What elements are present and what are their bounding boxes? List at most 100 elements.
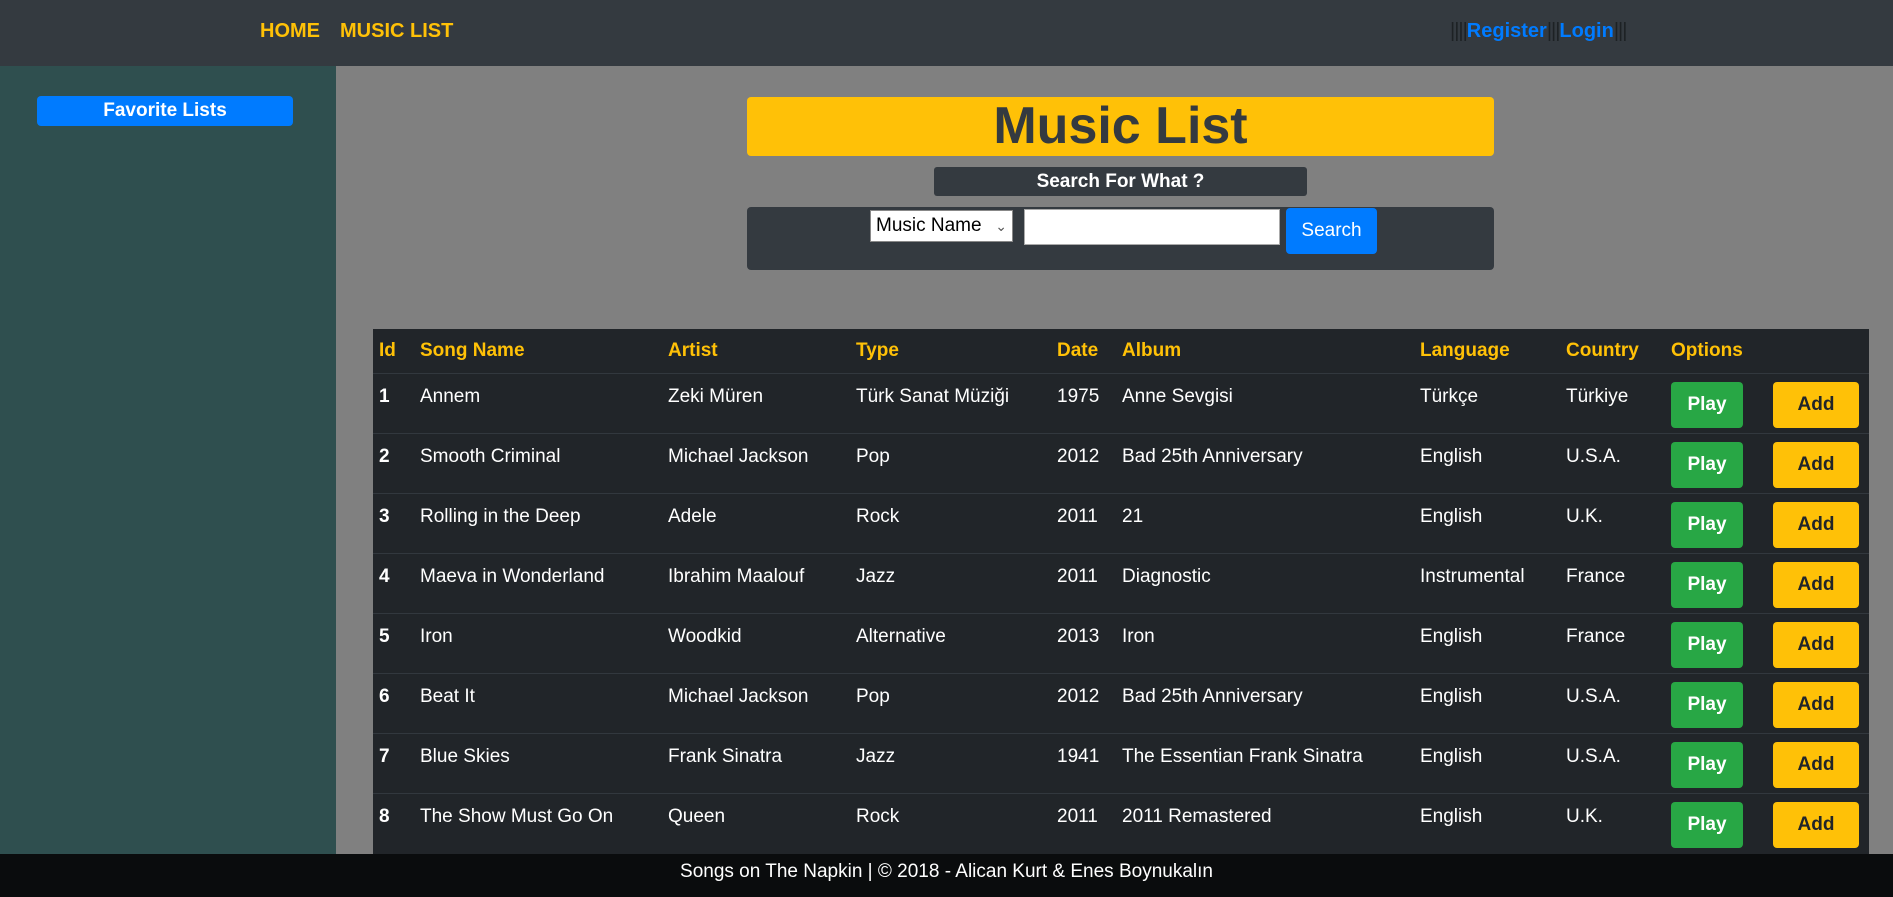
separator-right: ||| bbox=[1613, 20, 1628, 42]
table-row: 5 Iron Woodkid Alternative 2013 Iron Eng… bbox=[373, 612, 1869, 673]
register-link[interactable]: Register bbox=[1467, 20, 1547, 42]
cell-song: Smooth Criminal bbox=[414, 432, 662, 493]
login-link[interactable]: Login bbox=[1559, 20, 1613, 42]
cell-song: Iron bbox=[414, 612, 662, 673]
play-button[interactable]: Play bbox=[1671, 621, 1743, 668]
cell-play: Play bbox=[1665, 672, 1767, 733]
cell-song: Annem bbox=[414, 372, 662, 433]
favorite-lists-button[interactable]: Favorite Lists bbox=[37, 96, 293, 126]
cell-add: Add bbox=[1767, 732, 1869, 793]
add-button[interactable]: Add bbox=[1773, 741, 1859, 788]
cell-artist: Michael Jackson bbox=[662, 432, 850, 493]
cell-song: Beat It bbox=[414, 672, 662, 733]
cell-album: Bad 25th Anniversary bbox=[1116, 672, 1414, 733]
nav-home-link[interactable]: HOME bbox=[260, 20, 320, 43]
add-button[interactable]: Add bbox=[1773, 441, 1859, 488]
cell-artist: Queen bbox=[662, 792, 850, 853]
table-header-row: Id Song Name Artist Type Date Album Lang… bbox=[373, 329, 1869, 374]
page-title-box: Music List bbox=[747, 97, 1494, 156]
play-button[interactable]: Play bbox=[1671, 381, 1743, 428]
cell-play: Play bbox=[1665, 792, 1767, 853]
table-row: 2 Smooth Criminal Michael Jackson Pop 20… bbox=[373, 432, 1869, 493]
cell-date: 1975 bbox=[1051, 372, 1116, 433]
cell-language: English bbox=[1414, 792, 1560, 853]
separator-mid: ||| bbox=[1546, 20, 1561, 42]
search-panel: Music Name ⌄ Search bbox=[747, 207, 1494, 270]
cell-date: 2013 bbox=[1051, 612, 1116, 673]
play-button[interactable]: Play bbox=[1671, 561, 1743, 608]
cell-album: Anne Sevgisi bbox=[1116, 372, 1414, 433]
cell-play: Play bbox=[1665, 432, 1767, 493]
cell-play: Play bbox=[1665, 492, 1767, 553]
cell-artist: Michael Jackson bbox=[662, 672, 850, 733]
cell-date: 2012 bbox=[1051, 672, 1116, 733]
cell-artist: Ibrahim Maalouf bbox=[662, 552, 850, 613]
cell-album: Iron bbox=[1116, 612, 1414, 673]
add-button[interactable]: Add bbox=[1773, 381, 1859, 428]
footer: Songs on The Napkin | © 2018 - Alican Ku… bbox=[0, 854, 1893, 897]
play-button[interactable]: Play bbox=[1671, 801, 1743, 848]
cell-country: U.S.A. bbox=[1560, 732, 1665, 793]
cell-song: The Show Must Go On bbox=[414, 792, 662, 853]
cell-play: Play bbox=[1665, 612, 1767, 673]
cell-id: 4 bbox=[373, 552, 414, 613]
cell-date: 1941 bbox=[1051, 732, 1116, 793]
cell-play: Play bbox=[1665, 552, 1767, 613]
cell-album: 21 bbox=[1116, 492, 1414, 553]
cell-type: Jazz bbox=[850, 552, 1051, 613]
cell-language: English bbox=[1414, 432, 1560, 493]
cell-song: Rolling in the Deep bbox=[414, 492, 662, 553]
header-language: Language bbox=[1414, 329, 1560, 374]
search-input[interactable] bbox=[1024, 209, 1280, 245]
cell-date: 2012 bbox=[1051, 432, 1116, 493]
cell-id: 7 bbox=[373, 732, 414, 793]
page-title: Music List bbox=[993, 97, 1248, 155]
add-button[interactable]: Add bbox=[1773, 501, 1859, 548]
cell-country: France bbox=[1560, 552, 1665, 613]
cell-album: The Essentian Frank Sinatra bbox=[1116, 732, 1414, 793]
cell-play: Play bbox=[1665, 732, 1767, 793]
header-album: Album bbox=[1116, 329, 1414, 374]
header-date: Date bbox=[1051, 329, 1116, 374]
cell-add: Add bbox=[1767, 432, 1869, 493]
cell-artist: Woodkid bbox=[662, 612, 850, 673]
cell-id: 3 bbox=[373, 492, 414, 553]
cell-language: English bbox=[1414, 672, 1560, 733]
add-button[interactable]: Add bbox=[1773, 801, 1859, 848]
add-button[interactable]: Add bbox=[1773, 621, 1859, 668]
cell-id: 8 bbox=[373, 792, 414, 853]
cell-date: 2011 bbox=[1051, 492, 1116, 553]
cell-album: Bad 25th Anniversary bbox=[1116, 432, 1414, 493]
table-row: 4 Maeva in Wonderland Ibrahim Maalouf Ja… bbox=[373, 552, 1869, 613]
cell-country: U.K. bbox=[1560, 492, 1665, 553]
header-options: Options bbox=[1665, 329, 1767, 374]
cell-album: Diagnostic bbox=[1116, 552, 1414, 613]
add-button[interactable]: Add bbox=[1773, 561, 1859, 608]
music-table: Id Song Name Artist Type Date Album Lang… bbox=[373, 329, 1869, 853]
header-song-name: Song Name bbox=[414, 329, 662, 374]
nav-music-list-link[interactable]: MUSIC LIST bbox=[340, 20, 453, 43]
cell-type: Rock bbox=[850, 492, 1051, 553]
play-button[interactable]: Play bbox=[1671, 501, 1743, 548]
cell-type: Jazz bbox=[850, 732, 1051, 793]
play-button[interactable]: Play bbox=[1671, 741, 1743, 788]
cell-id: 6 bbox=[373, 672, 414, 733]
cell-id: 2 bbox=[373, 432, 414, 493]
cell-type: Alternative bbox=[850, 612, 1051, 673]
cell-country: U.S.A. bbox=[1560, 432, 1665, 493]
table-row: 6 Beat It Michael Jackson Pop 2012 Bad 2… bbox=[373, 672, 1869, 733]
cell-type: Rock bbox=[850, 792, 1051, 853]
search-button[interactable]: Search bbox=[1286, 208, 1377, 254]
separator-left: |||| bbox=[1450, 20, 1468, 42]
cell-date: 2011 bbox=[1051, 792, 1116, 853]
music-table-container: Id Song Name Artist Type Date Album Lang… bbox=[373, 329, 1869, 854]
add-button[interactable]: Add bbox=[1773, 681, 1859, 728]
table-row: 3 Rolling in the Deep Adele Rock 2011 21… bbox=[373, 492, 1869, 553]
search-type-select[interactable]: Music Name ⌄ bbox=[870, 210, 1013, 242]
play-button[interactable]: Play bbox=[1671, 441, 1743, 488]
table-row: 1 Annem Zeki Müren Türk Sanat Müziği 197… bbox=[373, 372, 1869, 433]
cell-song: Blue Skies bbox=[414, 732, 662, 793]
play-button[interactable]: Play bbox=[1671, 681, 1743, 728]
table-row: 7 Blue Skies Frank Sinatra Jazz 1941 The… bbox=[373, 732, 1869, 793]
cell-language: English bbox=[1414, 732, 1560, 793]
